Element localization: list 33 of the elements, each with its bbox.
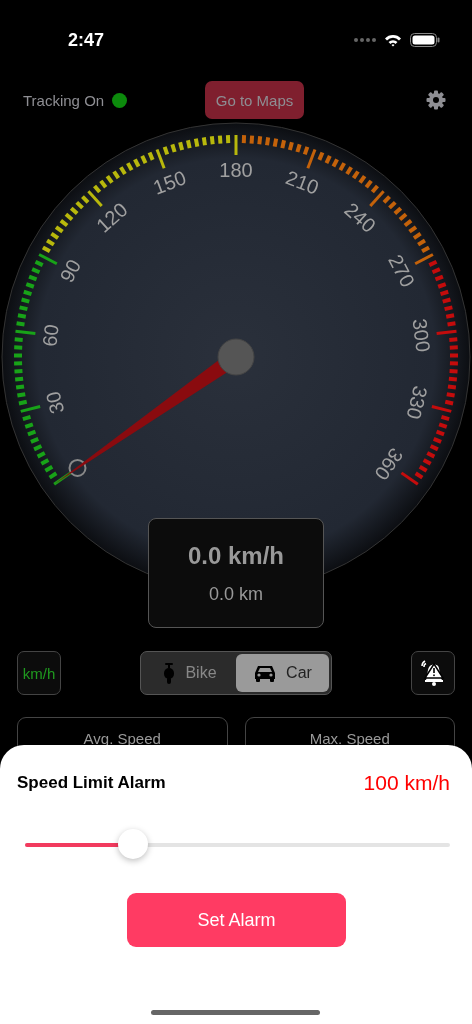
- gauge-label: 360: [370, 444, 408, 485]
- gauge-label: 300: [408, 317, 435, 354]
- gauge-label: 270: [384, 250, 420, 291]
- stat-label: Max. Speed: [309, 730, 390, 749]
- scooter-icon: [162, 662, 177, 684]
- gauge-label: 90: [55, 255, 86, 286]
- status-time: 2:47: [68, 29, 105, 51]
- gauge-label: 150: [150, 166, 190, 199]
- gauge-label: 120: [92, 198, 132, 237]
- battery-icon: [410, 33, 440, 47]
- unit-button[interactable]: km/h: [17, 651, 61, 695]
- gauge-label: 210: [282, 166, 322, 199]
- current-speed: 0.0 km/h: [187, 541, 284, 570]
- tracking-label: Tracking On: [23, 91, 105, 109]
- speed-limit-slider[interactable]: [25, 831, 450, 859]
- distance-value: 0.0 km: [209, 583, 263, 605]
- gauge-label: 30: [41, 389, 69, 417]
- wifi-icon: [384, 33, 402, 47]
- sheet-title: Speed Limit Alarm: [17, 773, 166, 793]
- alarm-button[interactable]: [411, 651, 455, 695]
- vehicle-tab[interactable]: Bike: [143, 654, 236, 692]
- gauge-label: 240: [340, 198, 380, 237]
- vehicle-tab[interactable]: Car: [236, 654, 329, 692]
- speed-limit-value: 100 km/h: [363, 771, 450, 795]
- go-to-maps-button[interactable]: Go to Maps: [204, 81, 305, 119]
- gauge-label: 180: [219, 159, 253, 182]
- gauge-label: 330: [402, 383, 432, 422]
- settings-icon[interactable]: [426, 90, 446, 110]
- set-alarm-button[interactable]: Set Alarm: [127, 893, 346, 947]
- car-icon: [253, 664, 278, 682]
- signal-icon: [354, 38, 376, 42]
- gauge-label: 60: [38, 323, 63, 348]
- bell-warning-icon: [419, 658, 447, 688]
